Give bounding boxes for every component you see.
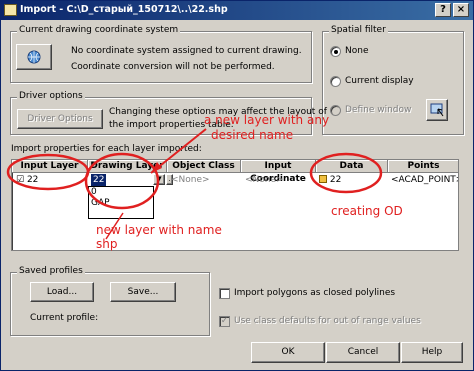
- driver-options-button[interactable]: Driver Options: [17, 109, 103, 129]
- app-icon: [4, 4, 17, 16]
- coord-system-label: Current drawing coordinate system: [17, 25, 181, 35]
- row-data[interactable]: 22: [317, 174, 341, 186]
- radio-define-window[interactable]: [330, 105, 341, 116]
- coord-system-line1: No coordinate system assigned to current…: [71, 46, 302, 56]
- import-dialog: Import - C:\D_старый_150712\..\22.shp ? …: [0, 0, 474, 371]
- window-title: Import - C:\D_старый_150712\..\22.shp: [20, 4, 228, 15]
- import-polygons-label: Import polygons as closed polylines: [234, 288, 396, 298]
- annotation-b1: new layer with name: [96, 223, 222, 237]
- import-props-label: Import properties for each layer importe…: [11, 144, 202, 154]
- col-points[interactable]: Points: [388, 160, 458, 173]
- coord-system-button[interactable]: [16, 44, 52, 70]
- drawing-layer-combo[interactable]: 22: [91, 174, 153, 186]
- select-window-icon: [430, 103, 444, 117]
- row-input-layer: ☑ 22: [14, 174, 38, 186]
- cancel-button[interactable]: Cancel: [326, 342, 400, 363]
- use-defaults-checkbox[interactable]: ✓: [219, 316, 230, 327]
- drawing-layer-dropdown-button[interactable]: ▼: [153, 174, 165, 185]
- load-button[interactable]: Load...: [30, 282, 94, 302]
- radio-current-display[interactable]: [330, 76, 341, 87]
- drawing-layer-value: 22: [91, 174, 107, 186]
- current-profile-label: Current profile:: [30, 313, 99, 323]
- data-table-icon: [319, 175, 327, 183]
- col-drawing-layer[interactable]: Drawing Layer: [88, 160, 167, 173]
- row-points[interactable]: <ACAD_POINT>: [389, 174, 458, 186]
- col-data[interactable]: Data: [316, 160, 388, 173]
- drawing-layer-dropdown-list: 0 GAP: [88, 186, 154, 219]
- col-input-coordinate[interactable]: Input Coordinate: [241, 160, 316, 184]
- help-button[interactable]: Help: [401, 342, 463, 363]
- coord-system-group: Current drawing coordinate system: [10, 25, 312, 83]
- radio-define-window-label: Define window: [345, 105, 412, 115]
- spatial-filter-label: Spatial filter: [329, 25, 388, 35]
- coord-system-line2: Coordinate conversion will not be perfor…: [71, 62, 275, 72]
- radio-none[interactable]: [330, 46, 341, 57]
- col-object-class[interactable]: Object Class: [167, 160, 241, 173]
- dropdown-option-0[interactable]: 0: [89, 187, 153, 198]
- saved-profiles-label: Saved profiles: [17, 266, 85, 276]
- annotation-c: creating OD: [331, 204, 403, 218]
- globe-icon: [27, 50, 41, 64]
- annotation-b2: shp: [96, 237, 118, 251]
- use-defaults-label: Use class defaults for out of range valu…: [234, 316, 421, 326]
- define-window-button[interactable]: [426, 99, 448, 121]
- save-profile-button[interactable]: Save...: [110, 282, 176, 302]
- dropdown-option-gap[interactable]: GAP: [89, 198, 153, 209]
- row-input-coordinate[interactable]: <None>: [243, 174, 284, 186]
- col-input-layer[interactable]: Input Layer: [12, 160, 88, 173]
- row-data-value: 22: [329, 175, 342, 185]
- annotation-a1: a new layer with any: [204, 113, 330, 127]
- annotation-a2: desired name: [211, 128, 294, 142]
- help-title-button[interactable]: ?: [435, 3, 451, 17]
- radio-current-display-label: Current display: [345, 76, 414, 86]
- driver-options-label: Driver options: [17, 91, 85, 101]
- import-polygons-checkbox[interactable]: [219, 288, 230, 299]
- row-input-layer-value: 22: [26, 175, 39, 185]
- radio-none-label: None: [345, 46, 369, 56]
- row-checkbox[interactable]: ☑: [16, 175, 24, 185]
- row-object-class[interactable]: <None>: [169, 174, 210, 186]
- close-button[interactable]: ×: [453, 3, 469, 17]
- title-bar: Import - C:\D_старый_150712\..\22.shp ? …: [1, 1, 473, 20]
- ok-button[interactable]: OK: [251, 342, 325, 363]
